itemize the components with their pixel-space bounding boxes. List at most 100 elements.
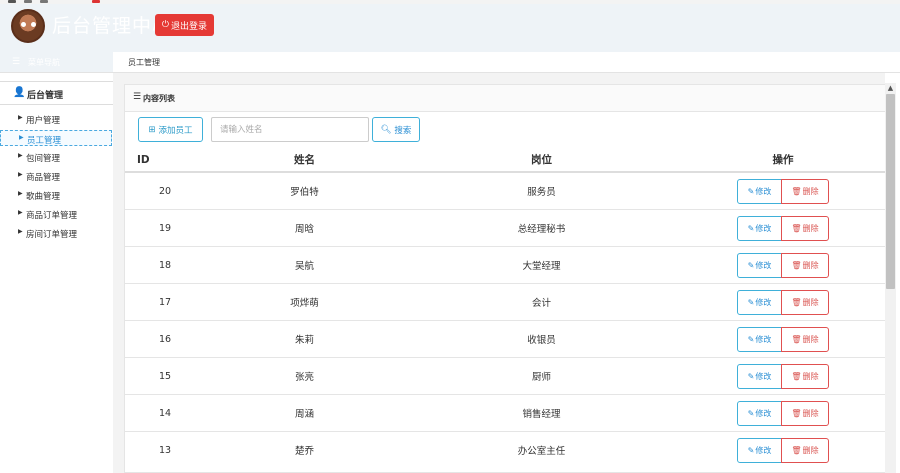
sidebar-item[interactable]: ▶ 歌曲管理: [0, 187, 112, 203]
edit-button[interactable]: ✎ 修改: [737, 437, 782, 463]
caret-right-icon: ▶: [18, 190, 23, 197]
browser-strip: [0, 0, 900, 4]
caret-right-icon: ▶: [18, 228, 23, 235]
cell-actions: ✎ 修改 🗑︎ 删除: [679, 431, 885, 468]
edit-icon: ✎: [747, 334, 755, 344]
sidebar-item[interactable]: ▶ 员工管理: [0, 130, 112, 146]
delete-label: 删除: [802, 260, 819, 270]
table-row: 18 吴航 大堂经理 ✎ 修改 🗑︎ 删除: [125, 246, 885, 284]
edit-label: 修改: [755, 334, 772, 344]
delete-button[interactable]: 🗑︎ 删除: [781, 215, 829, 241]
column-header-name: 姓名: [205, 148, 404, 173]
caret-right-icon: ▶: [19, 134, 24, 141]
sidebar-item[interactable]: ▶ 用户管理: [0, 111, 112, 127]
breadcrumb: 员工管理: [128, 58, 160, 67]
cell-position: 办公室主任: [404, 431, 679, 468]
cell-position: 大堂经理: [404, 246, 679, 284]
delete-button[interactable]: 🗑︎ 删除: [781, 289, 829, 315]
main-content: ☰ 内容列表 ⊞ 添加员工 🔍︎ 搜索 ID 姓名 岗位 操作 20罗伯特服务员…: [113, 73, 886, 473]
list-icon: ☰: [133, 92, 142, 102]
scroll-up-arrow[interactable]: ▲: [885, 83, 896, 93]
menu-label: 菜单导航: [28, 58, 60, 67]
delete-label: 删除: [802, 297, 819, 307]
delete-label: 删除: [802, 223, 819, 233]
add-employee-button[interactable]: ⊞ 添加员工: [138, 117, 203, 142]
cell-actions: ✎ 修改 🗑︎ 删除: [679, 171, 885, 210]
logout-button[interactable]: ⏻ 退出登录: [155, 14, 214, 36]
cell-position: 销售经理: [404, 394, 679, 432]
edit-icon: ✎: [747, 408, 755, 418]
sidebar-item[interactable]: ▶ 房间订单管理: [0, 225, 112, 241]
cell-name: 张亮: [205, 357, 404, 395]
sidebar-item-label: 商品订单管理: [26, 211, 78, 221]
delete-label: 删除: [802, 186, 819, 196]
search-input[interactable]: [211, 117, 369, 142]
edit-icon: ✎: [747, 223, 755, 233]
trash-icon: 🗑︎: [791, 260, 802, 270]
column-header-position: 岗位: [404, 148, 679, 173]
cell-name: 吴航: [205, 246, 404, 284]
edit-button[interactable]: ✎ 修改: [737, 363, 782, 389]
cell-position: 服务员: [404, 171, 679, 210]
table-header-row: ID 姓名 岗位 操作: [125, 148, 885, 173]
menu-toggle[interactable]: ☰ 菜单导航: [0, 52, 113, 72]
delete-label: 删除: [802, 445, 819, 455]
sidebar-item-label: 歌曲管理: [26, 192, 61, 202]
user-icon: 👤: [13, 87, 26, 98]
app-title: 后台管理中心: [52, 15, 173, 37]
sidebar-item-label: 商品管理: [26, 173, 61, 183]
edit-label: 修改: [755, 408, 772, 418]
delete-button[interactable]: 🗑︎ 删除: [781, 252, 829, 278]
cell-id: 18: [125, 246, 205, 284]
table-row: 20 罗伯特 服务员 ✎ 修改 🗑︎ 删除: [125, 171, 885, 210]
caret-right-icon: ▶: [18, 171, 23, 178]
sidebar-item-label: 用户管理: [26, 116, 61, 126]
edit-label: 修改: [755, 260, 772, 270]
cell-actions: ✎ 修改 🗑︎ 删除: [679, 246, 885, 284]
caret-right-icon: ▶: [18, 152, 23, 159]
add-employee-label: 添加员工: [158, 125, 193, 136]
edit-button[interactable]: ✎ 修改: [737, 178, 782, 204]
edit-label: 修改: [755, 371, 772, 381]
delete-button[interactable]: 🗑︎ 删除: [781, 363, 829, 389]
sidebar-heading-label: 后台管理: [27, 91, 64, 101]
delete-button[interactable]: 🗑︎ 删除: [781, 178, 829, 204]
edit-icon: ✎: [747, 371, 755, 381]
edit-button[interactable]: ✎ 修改: [737, 289, 782, 315]
cell-actions: ✎ 修改 🗑︎ 删除: [679, 320, 885, 358]
strip-mark: [92, 0, 100, 3]
cell-name: 朱莉: [205, 320, 404, 358]
table-row: 19 周晗 总经理秘书 ✎ 修改 🗑︎ 删除: [125, 209, 885, 247]
delete-button[interactable]: 🗑︎ 删除: [781, 326, 829, 352]
sidebar: 👤 后台管理 ▶ 用户管理 ▶ 员工管理 ▶ 包间管理 ▶ 商品管理 ▶ 歌曲管理 ▶ 商品订单管理 ▶…: [0, 73, 114, 473]
edit-label: 修改: [755, 445, 772, 455]
edit-label: 修改: [755, 297, 772, 307]
sidebar-item-label: 员工管理: [27, 136, 62, 146]
content-panel: ☰ 内容列表 ⊞ 添加员工 🔍︎ 搜索 ID 姓名 岗位 操作 20罗伯特服务员…: [124, 84, 886, 473]
edit-icon: ✎: [747, 297, 755, 307]
scrollbar-thumb[interactable]: [886, 94, 895, 289]
edit-button[interactable]: ✎ 修改: [737, 400, 782, 426]
search-button[interactable]: 🔍︎ 搜索: [372, 117, 420, 142]
edit-button[interactable]: ✎ 修改: [737, 252, 782, 278]
strip-mark: [40, 0, 48, 3]
sidebar-item[interactable]: ▶ 包间管理: [0, 149, 112, 165]
menu-icon: ☰: [12, 57, 21, 67]
cell-position: 总经理秘书: [404, 209, 679, 247]
cell-name: 周晗: [205, 209, 404, 247]
plus-square-icon: ⊞: [148, 124, 156, 135]
cell-id: 15: [125, 357, 205, 395]
cell-id: 16: [125, 320, 205, 358]
trash-icon: 🗑︎: [791, 186, 802, 196]
table-row: 15 张亮 厨师 ✎ 修改 🗑︎ 删除: [125, 357, 885, 395]
sidebar-item[interactable]: ▶ 商品管理: [0, 168, 112, 184]
sidebar-item[interactable]: ▶ 商品订单管理: [0, 206, 112, 222]
edit-button[interactable]: ✎ 修改: [737, 215, 782, 241]
edit-label: 修改: [755, 186, 772, 196]
strip-mark: [8, 0, 16, 3]
search-label: 搜索: [394, 125, 412, 136]
edit-button[interactable]: ✎ 修改: [737, 326, 782, 352]
delete-button[interactable]: 🗑︎ 删除: [781, 437, 829, 463]
sidebar-heading: 👤 后台管理: [0, 81, 113, 105]
delete-button[interactable]: 🗑︎ 删除: [781, 400, 829, 426]
